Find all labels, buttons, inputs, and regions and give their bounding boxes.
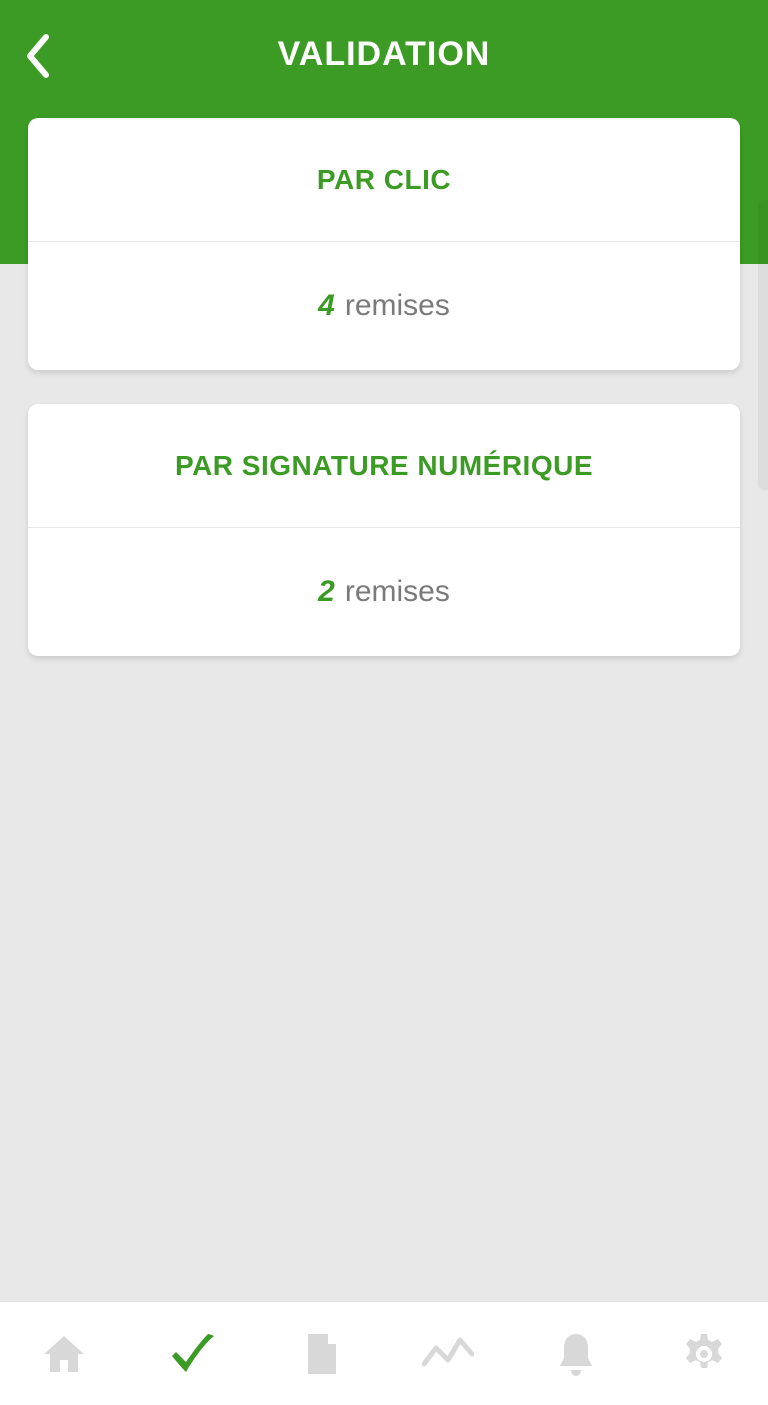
content: PAR CLIC 4 remises PAR SIGNATURE NUMÉRIQ… xyxy=(0,118,768,690)
activity-icon xyxy=(422,1334,474,1374)
card-par-clic[interactable]: PAR CLIC 4 remises xyxy=(28,118,740,370)
card-body: 4 remises xyxy=(28,242,740,370)
tab-home[interactable] xyxy=(32,1322,96,1386)
back-button[interactable] xyxy=(14,32,62,80)
home-icon xyxy=(40,1330,88,1378)
remises-unit: remises xyxy=(345,575,450,609)
tab-document[interactable] xyxy=(288,1322,352,1386)
page-title: VALIDATION xyxy=(278,35,491,74)
card-body: 2 remises xyxy=(28,528,740,656)
scrollbar[interactable] xyxy=(758,200,768,490)
tab-activity[interactable] xyxy=(416,1322,480,1386)
card-signature-numerique[interactable]: PAR SIGNATURE NUMÉRIQUE 2 remises xyxy=(28,404,740,656)
tab-validate[interactable] xyxy=(160,1322,224,1386)
bell-icon xyxy=(554,1330,598,1378)
tab-settings[interactable] xyxy=(672,1322,736,1386)
tab-alerts[interactable] xyxy=(544,1322,608,1386)
remises-count: 4 xyxy=(318,289,335,323)
gear-icon xyxy=(680,1330,728,1378)
remises-count: 2 xyxy=(318,575,335,609)
remises-unit: remises xyxy=(345,289,450,323)
document-icon xyxy=(298,1330,342,1378)
top-bar: VALIDATION xyxy=(0,0,768,108)
card-title: PAR SIGNATURE NUMÉRIQUE xyxy=(28,404,740,528)
check-icon xyxy=(166,1328,218,1380)
card-title: PAR CLIC xyxy=(28,118,740,242)
tab-bar xyxy=(0,1301,768,1405)
chevron-left-icon xyxy=(24,33,52,79)
